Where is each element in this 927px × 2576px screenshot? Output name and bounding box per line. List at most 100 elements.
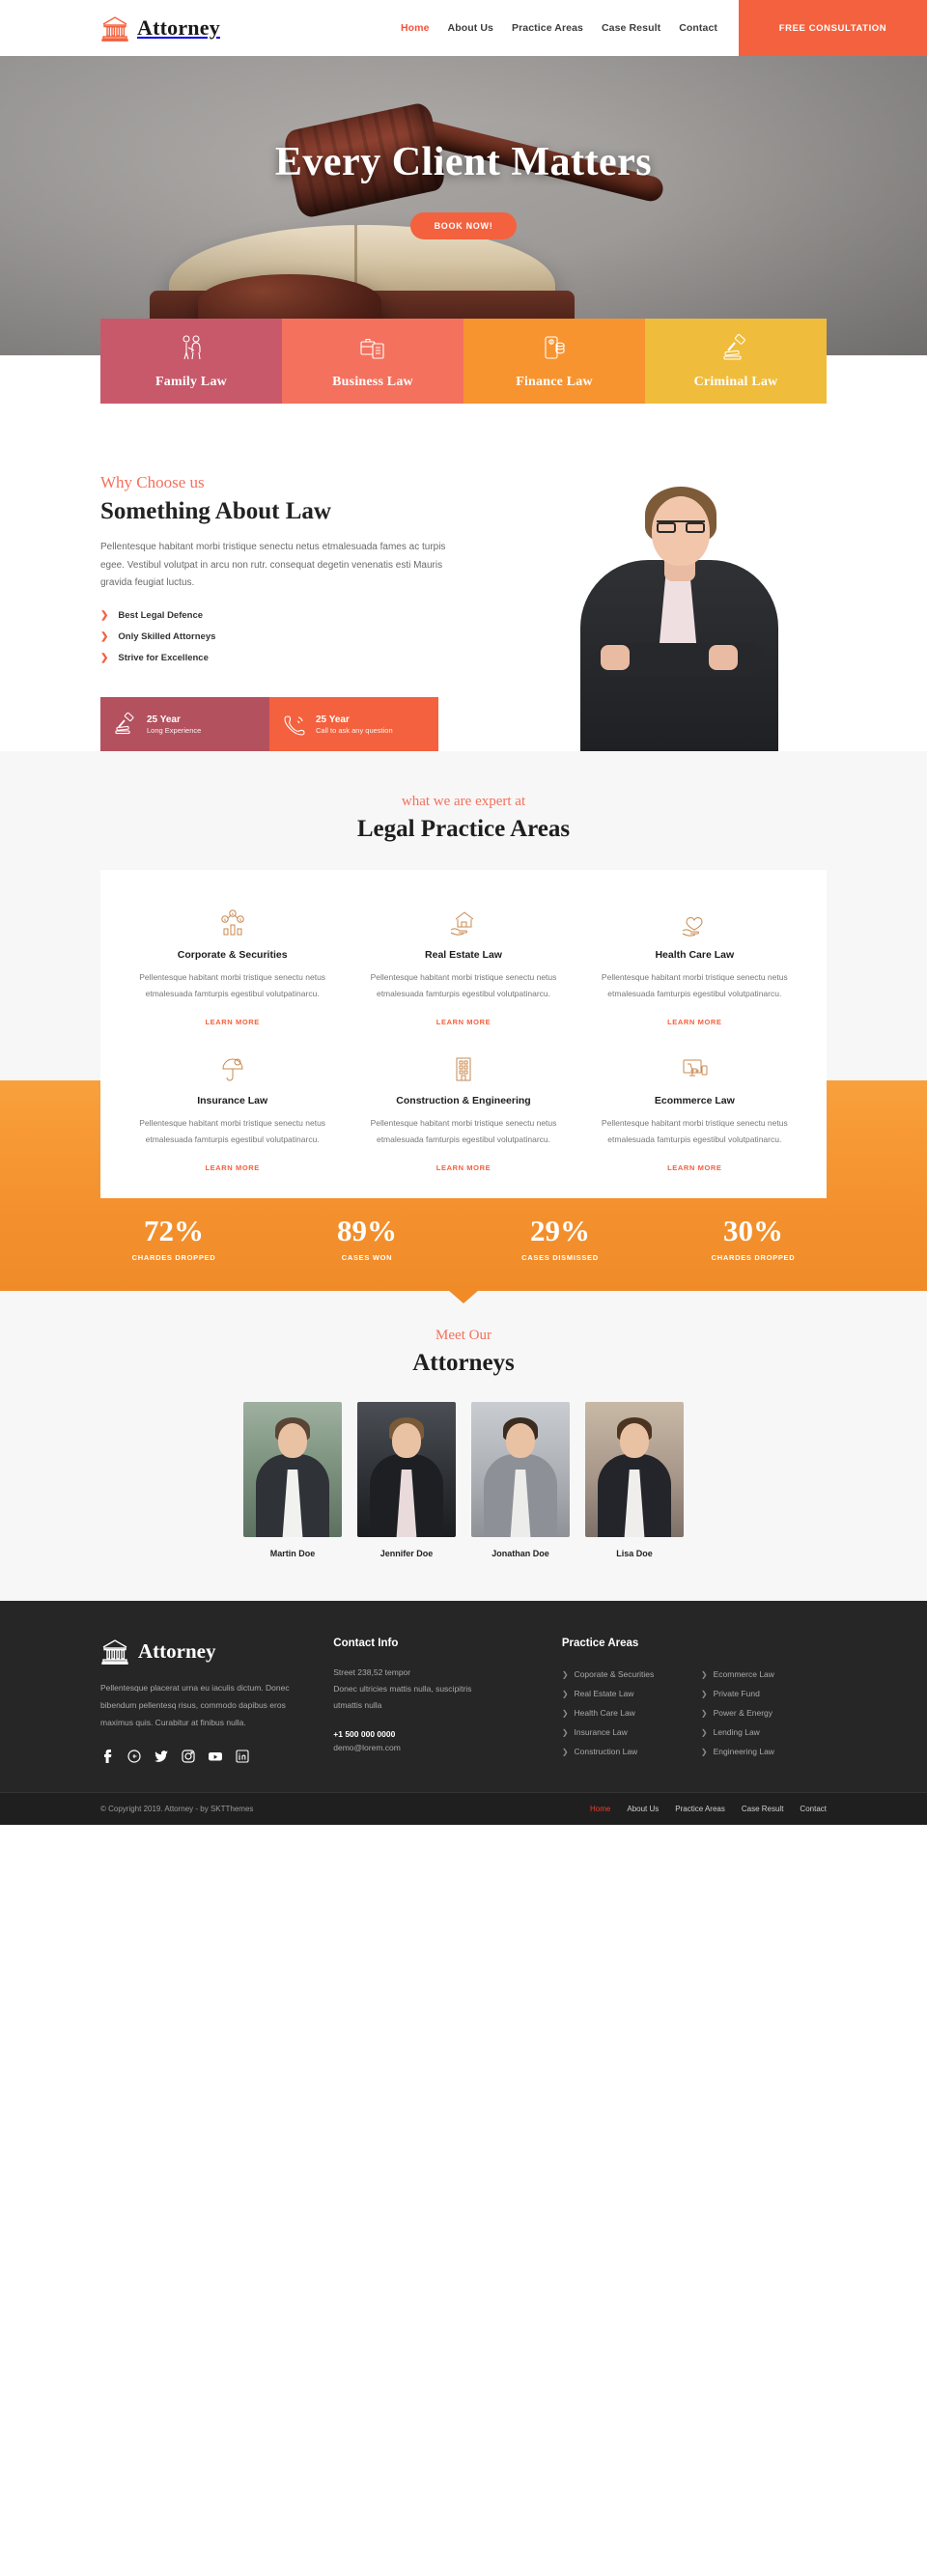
practice-eyebrow: what we are expert at — [401, 794, 526, 809]
footer-link-label: Lending Law — [713, 1727, 760, 1737]
learn-more-link[interactable]: LEARN MORE — [667, 1018, 721, 1026]
learn-more-link[interactable]: LEARN MORE — [436, 1163, 491, 1172]
service-label: Criminal Law — [693, 374, 778, 389]
stat-value: 30% — [723, 1214, 783, 1247]
footer-link-insurance-law[interactable]: ❯ Insurance Law — [562, 1722, 688, 1742]
stat-value: 72% — [144, 1214, 204, 1247]
service-card-family-law[interactable]: Family Law — [100, 319, 282, 404]
footer-link-ecommerce-law[interactable]: ❯ Ecommerce Law — [701, 1665, 827, 1684]
footer-bottom-nav: Home About Us Practice Areas Case Result… — [590, 1805, 827, 1813]
site-header: Attorney Home About Us Practice Areas Ca… — [0, 0, 927, 56]
twitter-icon[interactable] — [154, 1750, 168, 1763]
stat-label: CHARDES DROPPED — [131, 1253, 216, 1262]
service-card-finance-law[interactable]: Finance Law — [464, 319, 645, 404]
team-member[interactable]: Jonathan Doe — [471, 1402, 570, 1558]
building-icon — [368, 1052, 558, 1085]
team-member-photo — [243, 1402, 342, 1537]
footer-nav-case-result[interactable]: Case Result — [742, 1805, 784, 1813]
experience-badges: 25 Year Long Experience 25 Year Call to … — [100, 697, 438, 751]
learn-more-link[interactable]: LEARN MORE — [667, 1163, 721, 1172]
svg-text:$: $ — [239, 917, 242, 922]
footer-link-health-care-law[interactable]: ❯ Health Care Law — [562, 1703, 688, 1722]
feature-item: ❯ Strive for Excellence — [100, 653, 458, 663]
practice-card-name: Corporate & Securities — [177, 949, 288, 961]
footer-nav-contact[interactable]: Contact — [800, 1805, 827, 1813]
practice-card-construction-engineering[interactable]: Construction & Engineering Pellentesque … — [352, 1041, 574, 1183]
footer-bottom-bar: © Copyright 2019. Attorney - by SKTTheme… — [0, 1791, 927, 1825]
feature-item: ❯ Only Skilled Attorneys — [100, 631, 458, 642]
nav-item-practice-areas[interactable]: Practice Areas — [512, 22, 583, 34]
footer-link-label: Insurance Law — [574, 1727, 628, 1737]
footer-columns: Attorney Pellentesque placerat urna eu i… — [100, 1638, 827, 1763]
learn-more-link[interactable]: LEARN MORE — [205, 1018, 259, 1026]
footer-phone[interactable]: +1 500 000 0000 — [333, 1729, 525, 1739]
learn-more-link[interactable]: LEARN MORE — [205, 1163, 259, 1172]
service-label: Business Law — [332, 374, 413, 389]
footer-nav-home[interactable]: Home — [590, 1805, 610, 1813]
footer-nav-about-us[interactable]: About Us — [627, 1805, 659, 1813]
portrait-glasses — [657, 520, 705, 533]
stat-item: 30% CHARDES DROPPED — [657, 1216, 850, 1262]
footer-link-label: Health Care Law — [574, 1708, 635, 1718]
stat-item: 72% CHARDES DROPPED — [77, 1216, 270, 1262]
linkedin-icon[interactable] — [236, 1749, 249, 1763]
book-now-button[interactable]: BOOK NOW! — [409, 212, 518, 239]
practice-card-corporate-securities[interactable]: $ $ $ Corporate & Securities Pellentesqu… — [122, 895, 343, 1037]
service-card-criminal-law[interactable]: Criminal Law — [645, 319, 827, 404]
nav-item-about-us[interactable]: About Us — [448, 22, 493, 34]
stat-label: CASES WON — [341, 1253, 393, 1262]
about-section: Why Choose us Something About Law Pellen… — [0, 462, 927, 753]
footer-link-label: Engineering Law — [713, 1747, 774, 1756]
practice-card-ecommerce-law[interactable]: Ecommerce Law Pellentesque habitant morb… — [584, 1041, 805, 1183]
footer-link-label: Private Fund — [713, 1689, 760, 1698]
footer-practice-links: ❯ Coporate & Securities ❯ Ecommerce Law ❯ R… — [562, 1665, 827, 1761]
footer-link-coporate-securities[interactable]: ❯ Coporate & Securities — [562, 1665, 688, 1684]
service-strip-zone: Family Law Business Law Finance Law Crim… — [0, 319, 927, 462]
instagram-icon[interactable] — [182, 1749, 195, 1763]
footer-link-construction-law[interactable]: ❯ Construction Law — [562, 1742, 688, 1761]
footer-nav-practice-areas[interactable]: Practice Areas — [675, 1805, 725, 1813]
footer-logo-text: Attorney — [138, 1638, 216, 1663]
team-member-photo — [357, 1402, 456, 1537]
nav-item-contact[interactable]: Contact — [679, 22, 717, 34]
site-logo[interactable]: Attorney — [0, 0, 220, 56]
footer-logo[interactable]: Attorney — [100, 1638, 296, 1665]
about-title: Something About Law — [100, 498, 331, 524]
team-member-name: Jonathan Doe — [492, 1549, 549, 1558]
footer-link-real-estate-law[interactable]: ❯ Real Estate Law — [562, 1684, 688, 1703]
practice-card-health-care-law[interactable]: Health Care Law Pellentesque habitant mo… — [584, 895, 805, 1037]
footer-email[interactable]: demo@lorem.com — [333, 1743, 525, 1752]
youtube-icon[interactable] — [209, 1750, 222, 1763]
learn-more-link[interactable]: LEARN MORE — [436, 1018, 491, 1026]
footer-link-private-fund[interactable]: ❯ Private Fund — [701, 1684, 827, 1703]
site-footer: Attorney Pellentesque placerat urna eu i… — [0, 1601, 927, 1825]
badge-call-to-ask[interactable]: 25 Year Call to ask any question — [269, 697, 438, 751]
badge-long-experience[interactable]: 25 Year Long Experience — [100, 697, 269, 751]
portrait-hand-left — [601, 645, 630, 670]
practice-card-name: Real Estate Law — [425, 949, 502, 961]
footer-link-lending-law[interactable]: ❯ Lending Law — [701, 1722, 827, 1742]
feature-label: Strive for Excellence — [118, 652, 209, 663]
team-member[interactable]: Lisa Doe — [585, 1402, 684, 1558]
footer-link-label: Ecommerce Law — [713, 1669, 774, 1679]
nav-item-case-result[interactable]: Case Result — [602, 22, 660, 34]
facebook-icon[interactable] — [100, 1749, 114, 1763]
free-consultation-button[interactable]: FREE CONSULTATION — [739, 0, 927, 56]
practice-panel: $ $ $ Corporate & Securities Pellentesqu… — [100, 870, 827, 1198]
footer-about-column: Attorney Pellentesque placerat urna eu i… — [100, 1638, 296, 1763]
google-plus-icon[interactable] — [127, 1749, 141, 1763]
chevron-right-icon: ❯ — [700, 1708, 708, 1718]
footer-link-label: Coporate & Securities — [574, 1669, 655, 1679]
courthouse-icon — [100, 1638, 129, 1665]
nav-item-home[interactable]: Home — [401, 22, 430, 34]
service-card-business-law[interactable]: Business Law — [282, 319, 464, 404]
practice-card-insurance-law[interactable]: Insurance Law Pellentesque habitant morb… — [122, 1041, 343, 1183]
practice-card-real-estate-law[interactable]: Real Estate Law Pellentesque habitant mo… — [352, 895, 574, 1037]
badge-title: 25 Year — [316, 714, 350, 725]
team-member[interactable]: Martin Doe — [243, 1402, 342, 1558]
footer-address-line: Donec ultricies mattis nulla, suscipitri… — [333, 1684, 472, 1694]
footer-link-power-energy[interactable]: ❯ Power & Energy — [701, 1703, 827, 1722]
team-member[interactable]: Jennifer Doe — [357, 1402, 456, 1558]
footer-link-engineering-law[interactable]: ❯ Engineering Law — [701, 1742, 827, 1761]
footer-address-line: utmattis nulla — [333, 1700, 382, 1710]
